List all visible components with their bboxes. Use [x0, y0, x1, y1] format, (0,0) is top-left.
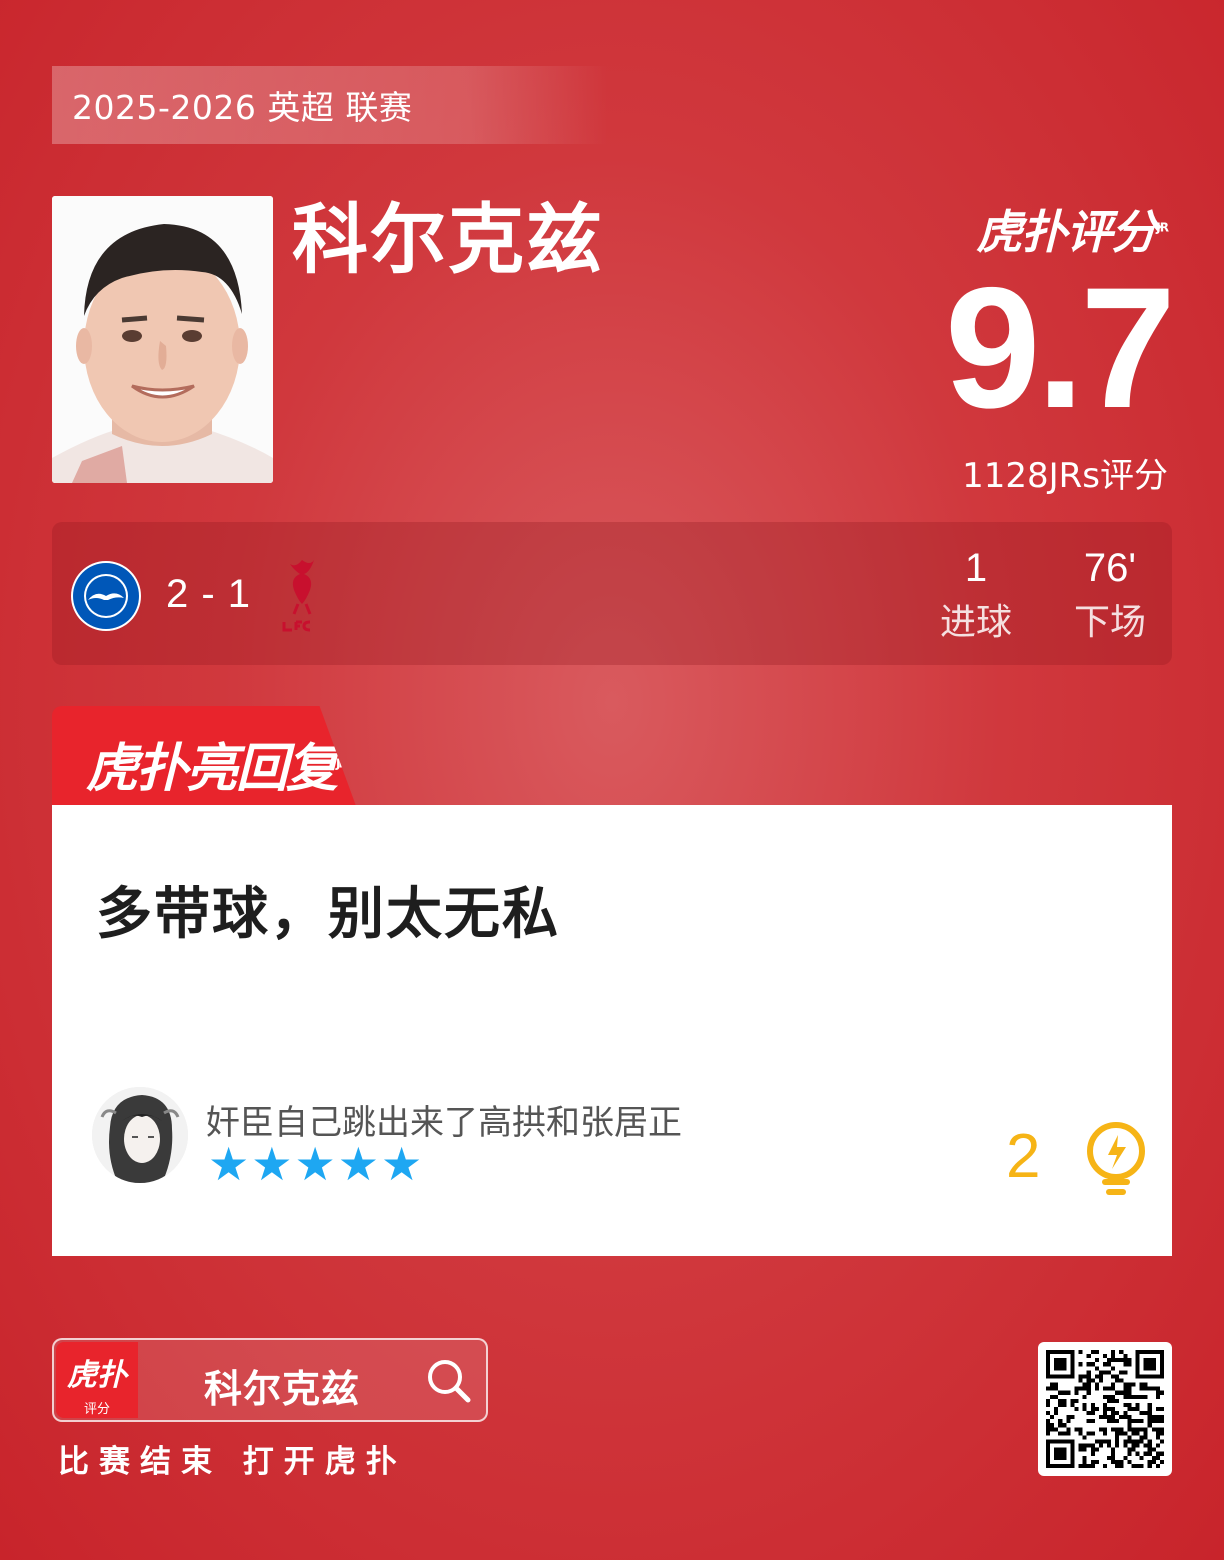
lightbulb-icon[interactable]: [1084, 1121, 1148, 1197]
top-reply-tab-label: 虎扑亮回复JR: [86, 726, 348, 801]
qr-code[interactable]: [1038, 1342, 1172, 1476]
search-icon[interactable]: [426, 1358, 472, 1404]
stat-goals: 1 进球: [936, 546, 1016, 645]
hupu-app-icon-title: 虎扑: [67, 1358, 127, 1393]
top-reply-card[interactable]: 多带球，别太无私 奸臣自己跳出来了高拱和张居正 ★★★★★ 2: [52, 805, 1172, 1256]
bottom-caption: 比赛结束 打开虎扑: [58, 1444, 407, 1480]
search-query: 科尔克兹: [204, 1367, 361, 1411]
league-title: 2025-2026 英超 联赛: [72, 88, 413, 127]
player-photo: [52, 196, 273, 483]
player-name: 科尔克兹: [292, 195, 604, 284]
brighton-crest-icon: [71, 561, 141, 631]
hupu-app-icon-sub: 评分: [83, 1402, 110, 1417]
match-score: 2 - 1: [166, 572, 252, 616]
brand-logo-sup: JR: [1156, 220, 1169, 235]
league-banner: 2025-2026 英超 联赛: [52, 66, 608, 144]
liverpool-crest-icon: [282, 560, 314, 632]
top-reply-tab: 虎扑亮回复JR: [52, 706, 356, 806]
reply-text: 多带球，别太无私: [96, 882, 560, 947]
hupu-app-icon: 虎扑 评分: [56, 1342, 138, 1418]
rating-stars: ★★★★★: [208, 1137, 425, 1191]
rating-count: 1128JRs评分: [962, 456, 1168, 496]
stat-goals-label: 进球: [939, 602, 1012, 643]
match-summary: 2 - 1 1 进球 76' 下场: [52, 522, 1172, 665]
avatar[interactable]: [92, 1087, 188, 1183]
like-count: 2: [1006, 1122, 1041, 1191]
stat-goals-value: 1: [964, 546, 988, 590]
top-reply-tab-sup: JR: [336, 756, 348, 771]
stat-subbed-off-label: 下场: [1073, 602, 1146, 643]
rating-score: 9.7: [944, 252, 1176, 444]
stat-subbed-off: 76' 下场: [1060, 546, 1160, 645]
search-box[interactable]: 虎扑 评分 科尔克兹: [52, 1338, 488, 1422]
brand-logo-text: 虎扑评分: [976, 205, 1157, 259]
stat-subbed-off-value: 76': [1083, 546, 1137, 590]
top-reply-tab-text: 虎扑亮回复: [86, 739, 338, 799]
